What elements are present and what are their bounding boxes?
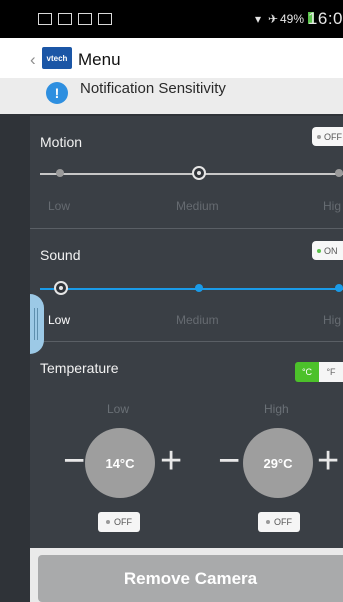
- temp-low-alert-toggle[interactable]: OFF: [98, 512, 140, 532]
- unit-celsius-button[interactable]: °C: [295, 362, 319, 382]
- chevron-left-icon[interactable]: ‹: [30, 50, 36, 70]
- motion-slider-stop-high[interactable]: [335, 169, 343, 177]
- motion-label-high: Hig: [323, 199, 342, 213]
- status-bar: ▾ ✈ 49% 16:0: [0, 0, 343, 38]
- warning-icon: !: [46, 82, 68, 104]
- vtech-logo: vtech: [42, 47, 72, 69]
- notification-sensitivity-label: Notification Sensitivity: [80, 80, 226, 97]
- bag-icon: [98, 13, 112, 25]
- motion-label-low: Low: [48, 199, 71, 213]
- remove-camera-button[interactable]: Remove Camera: [38, 555, 343, 602]
- temp-high-caption: High: [264, 402, 289, 416]
- temp-high-increase-button[interactable]: +: [317, 442, 339, 480]
- sound-label-medium: Medium: [176, 313, 219, 327]
- notification-sensitivity-row: ! Notification Sensitivity: [0, 78, 343, 114]
- clock: 16:0: [307, 9, 343, 28]
- unit-fahrenheit-button[interactable]: °F: [319, 362, 343, 382]
- app-header: ‹ vtech Menu: [0, 38, 343, 81]
- divider: [30, 341, 343, 342]
- temp-low-caption: Low: [107, 402, 130, 416]
- toggle-dot: [266, 520, 270, 524]
- handle-grip: [37, 308, 38, 340]
- temp-low-value[interactable]: 14°C: [85, 428, 155, 498]
- motion-slider-stop-low[interactable]: [56, 169, 64, 177]
- toggle-dot: [317, 248, 321, 253]
- bag-icon: [78, 13, 92, 25]
- image-icon: [38, 13, 52, 25]
- divider: [30, 228, 343, 229]
- temp-low-alert-label: OFF: [114, 517, 132, 527]
- temp-high-alert-label: OFF: [274, 517, 292, 527]
- drawer-handle[interactable]: [30, 294, 44, 354]
- battery-percent: 49%: [280, 12, 305, 26]
- sound-slider-track[interactable]: [40, 288, 343, 290]
- motion-toggle-label: OFF: [324, 131, 342, 142]
- wifi-icon: ▾: [255, 12, 262, 26]
- temp-low-increase-button[interactable]: +: [160, 442, 182, 480]
- motion-slider-thumb[interactable]: [192, 166, 206, 180]
- motion-toggle[interactable]: OFF: [312, 127, 343, 146]
- menu-button[interactable]: Menu: [78, 50, 121, 70]
- sound-slider-thumb[interactable]: [54, 281, 68, 295]
- motion-title: Motion: [40, 134, 83, 150]
- toggle-dot: [317, 134, 321, 139]
- temp-high-alert-toggle[interactable]: OFF: [258, 512, 300, 532]
- mail-icon: [58, 13, 72, 25]
- temperature-title: Temperature: [40, 360, 119, 376]
- toggle-dot: [106, 520, 110, 524]
- sound-toggle[interactable]: ON: [312, 241, 343, 260]
- sound-label-high: Hig: [323, 313, 342, 327]
- handle-grip: [34, 308, 35, 340]
- temp-low-decrease-button[interactable]: −: [63, 442, 85, 480]
- sound-slider-stop-high[interactable]: [335, 284, 343, 292]
- sound-label-low: Low: [48, 313, 71, 327]
- sound-toggle-label: ON: [324, 245, 338, 256]
- airplane-icon: ✈: [268, 12, 279, 26]
- sound-title: Sound: [40, 247, 81, 263]
- temp-high-decrease-button[interactable]: −: [218, 442, 240, 480]
- sound-slider-stop-medium[interactable]: [195, 284, 203, 292]
- motion-label-medium: Medium: [176, 199, 219, 213]
- temp-high-value[interactable]: 29°C: [243, 428, 313, 498]
